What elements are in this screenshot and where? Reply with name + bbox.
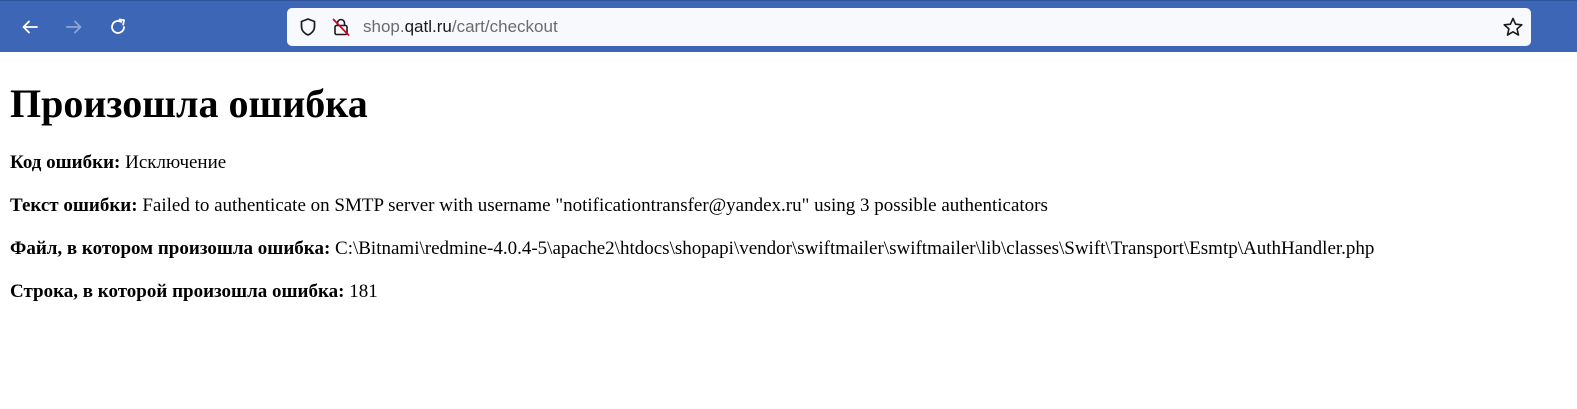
forward-arrow-icon <box>66 20 82 34</box>
error-text-label: Текст ошибки: <box>10 195 138 216</box>
error-code-label: Код ошибки: <box>10 152 121 173</box>
error-text-value: Failed to authenticate on SMTP server wi… <box>137 195 1048 216</box>
back-button[interactable] <box>13 10 47 44</box>
bookmark-star-button[interactable] <box>1502 16 1524 38</box>
error-file-row: Файл, в котором произошла ошибка: C:\Bit… <box>10 238 1374 260</box>
star-icon <box>1503 17 1523 36</box>
reload-button[interactable] <box>101 10 135 44</box>
reload-icon <box>111 18 125 34</box>
url-path: /cart/checkout <box>451 17 558 36</box>
error-file-value: C:\Bitnami\redmine-4.0.4-5\apache2\htdoc… <box>330 238 1375 259</box>
error-file-label: Файл, в котором произошла ошибка: <box>10 238 331 259</box>
shield-icon[interactable] <box>298 17 318 37</box>
address-bar[interactable]: shop.qatl.ru/cart/checkout <box>287 8 1531 46</box>
page-title: Произошла ошибка <box>10 81 368 126</box>
error-text-row: Текст ошибки: Failed to authenticate on … <box>10 195 1048 217</box>
error-code-row: Код ошибки: Исключение <box>10 152 226 174</box>
back-arrow-icon <box>22 20 38 34</box>
error-line-row: Строка, в которой произошла ошибка: 181 <box>10 281 378 303</box>
insecure-lock-icon[interactable] <box>331 17 351 37</box>
error-code-value: Исключение <box>120 152 227 173</box>
forward-button[interactable] <box>57 10 91 44</box>
url-text[interactable]: shop.qatl.ru/cart/checkout <box>363 17 558 37</box>
url-domain: qatl.ru <box>404 17 452 36</box>
error-line-value: 181 <box>344 281 378 302</box>
browser-toolbar: shop.qatl.ru/cart/checkout <box>0 0 1577 52</box>
url-host-prefix: shop. <box>363 17 405 36</box>
error-line-label: Строка, в которой произошла ошибка: <box>10 281 345 302</box>
